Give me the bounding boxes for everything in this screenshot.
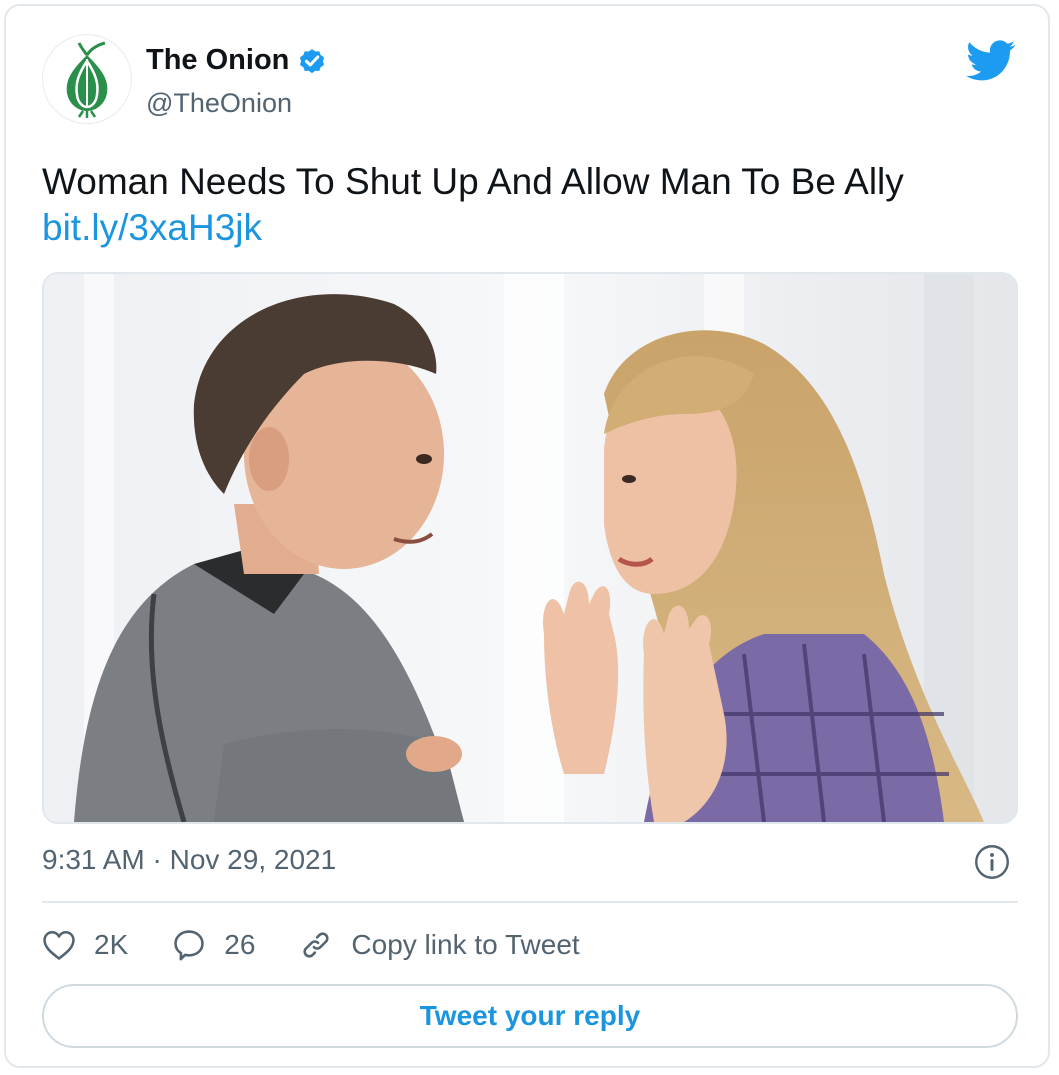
author-avatar[interactable] (42, 34, 132, 124)
divider (42, 901, 1018, 903)
onion-logo-icon (66, 41, 108, 118)
tweet-card: The Onion @TheOnion Woman Needs To Shut … (4, 4, 1050, 1068)
author-handle[interactable]: @TheOnion (146, 88, 292, 119)
tweet-timestamp[interactable]: 9:31 AM · Nov 29, 2021 (42, 844, 336, 876)
info-icon[interactable] (974, 844, 1010, 880)
tweet-link[interactable]: bit.ly/3xaH3jk (42, 204, 262, 252)
speech-bubble-icon (174, 930, 204, 961)
copy-link-button[interactable]: Copy link to Tweet (299, 928, 580, 962)
like-button[interactable]: 2K (42, 929, 128, 961)
twitter-bird-icon[interactable] (966, 40, 1016, 82)
author-display-name[interactable]: The Onion (146, 44, 289, 77)
author-name-row: The Onion (146, 44, 327, 77)
like-count: 2K (94, 929, 129, 960)
reply-count-button[interactable]: 26 (172, 928, 255, 962)
photo-illustration (44, 274, 1016, 822)
tweet-your-reply-button[interactable]: Tweet your reply (42, 984, 1018, 1048)
heart-icon (43, 930, 75, 960)
reply-count: 26 (224, 929, 256, 960)
verified-badge-icon (300, 48, 325, 73)
tweet-media-image[interactable] (42, 272, 1018, 824)
copy-link-label: Copy link to Tweet (351, 929, 580, 960)
tweet-actions: 2K 26 Copy link to Tweet (42, 922, 624, 968)
link-icon (303, 932, 329, 958)
tweet-text: Woman Needs To Shut Up And Allow Man To … (42, 161, 904, 202)
